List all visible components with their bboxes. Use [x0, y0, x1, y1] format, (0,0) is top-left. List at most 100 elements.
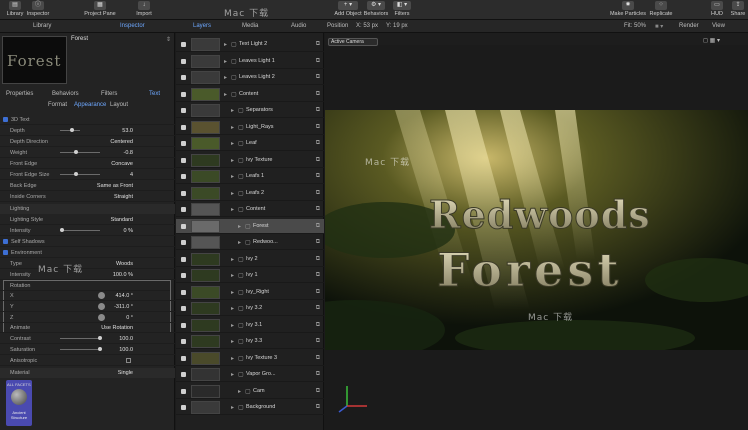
layer-visibility-checkbox[interactable]	[181, 190, 186, 196]
fit-zoom[interactable]: Fit: 50%	[624, 23, 646, 29]
anisotropic-checkbox[interactable]	[126, 358, 131, 363]
layer-row[interactable]: ▸ ▢ Ivy 3.2 ⧉	[176, 301, 324, 316]
tab-behaviors[interactable]: Behaviors	[52, 91, 79, 97]
contrast-knob[interactable]	[98, 336, 102, 340]
rotation-x-value[interactable]: 414.0 °	[116, 293, 134, 299]
layer-row[interactable]: ▸ ▢ Ivy 3.1 ⧉	[176, 318, 324, 333]
disclosure-triangle-icon[interactable]: ▸	[224, 41, 227, 48]
layer-row[interactable]: ▸ ▢ Text Light 2 ⧉	[176, 37, 324, 52]
disclosure-triangle-icon[interactable]: ▸	[224, 74, 227, 81]
layer-blend-icon[interactable]: ⧉	[316, 371, 320, 378]
layer-blend-icon[interactable]: ⧉	[316, 41, 320, 48]
subtab-format[interactable]: Format	[48, 102, 67, 108]
3d-text-checkbox[interactable]	[3, 117, 8, 122]
tab-properties[interactable]: Properties	[6, 91, 33, 97]
environment-checkbox[interactable]	[3, 250, 8, 255]
weight-slider-knob[interactable]	[74, 150, 78, 154]
layer-blend-icon[interactable]: ⧉	[316, 388, 320, 395]
layer-blend-icon[interactable]: ⧉	[316, 272, 320, 279]
library-button[interactable]: ▤ Library	[4, 1, 26, 17]
contrast-slider[interactable]	[60, 336, 102, 340]
layer-blend-icon[interactable]: ⧉	[316, 338, 320, 345]
layer-blend-icon[interactable]: ⧉	[316, 107, 320, 114]
layer-visibility-checkbox[interactable]	[181, 157, 186, 163]
layer-blend-icon[interactable]: ⧉	[316, 74, 320, 81]
layer-blend-icon[interactable]: ⧉	[316, 355, 320, 362]
rotation-x-dial[interactable]	[98, 292, 105, 299]
lighting-intensity-slider[interactable]	[60, 228, 100, 232]
layer-blend-icon[interactable]: ⧉	[316, 157, 320, 164]
disclosure-triangle-icon[interactable]: ▸	[231, 256, 234, 263]
front-edge-popup[interactable]: Concave	[111, 161, 133, 167]
layer-row[interactable]: ▸ ▢ Content ⧉	[176, 202, 324, 217]
tab-media[interactable]: Media	[242, 23, 258, 29]
layer-blend-icon[interactable]: ⧉	[316, 256, 320, 263]
disclosure-triangle-icon[interactable]: ▸	[231, 140, 234, 147]
layer-blend-icon[interactable]: ⧉	[316, 140, 320, 147]
disclosure-triangle-icon[interactable]: ▸	[231, 124, 234, 131]
disclosure-triangle-icon[interactable]: ▸	[231, 322, 234, 329]
tab-audio[interactable]: Audio	[291, 23, 306, 29]
layer-row[interactable]: ▸ ▢ Leaves Light 2 ⧉	[176, 70, 324, 85]
saturation-slider[interactable]	[60, 347, 102, 351]
back-edge-popup[interactable]: Same as Front	[97, 183, 133, 189]
disclosure-triangle-icon[interactable]: ▸	[238, 388, 241, 395]
view-menu[interactable]: View	[712, 23, 725, 29]
tab-inspector[interactable]: Inspector	[120, 23, 145, 29]
layer-row[interactable]: ▸ ▢ Ivy_Right ⧉	[176, 285, 324, 300]
import-button[interactable]: ↓ Import	[134, 1, 154, 17]
disclosure-triangle-icon[interactable]: ▸	[231, 305, 234, 312]
layer-visibility-checkbox[interactable]	[181, 141, 186, 146]
layer-visibility-checkbox[interactable]	[181, 124, 186, 130]
layer-row[interactable]: ▸ ▢ Redwoo... ⧉	[176, 235, 324, 250]
hud-button[interactable]: ▭ HUD	[709, 1, 725, 17]
behaviors-button[interactable]: ⚙ ▾ Behaviors	[363, 1, 389, 17]
layer-row[interactable]: ▸ ▢ Content ⧉	[176, 87, 324, 102]
layer-row[interactable]: ▸ ▢ Forest ⧉	[176, 218, 324, 234]
layer-blend-icon[interactable]: ⧉	[316, 58, 320, 65]
layer-row[interactable]: ▸ ▢ Ivy 1 ⧉	[176, 268, 324, 283]
layer-visibility-checkbox[interactable]	[181, 289, 186, 295]
layer-row[interactable]: ▸ ▢ Ivy Texture 3 ⧉	[176, 351, 324, 366]
rotation-y-dial[interactable]	[98, 303, 105, 310]
disclosure-triangle-icon[interactable]: ▸	[224, 58, 227, 65]
rotation-z-dial[interactable]	[98, 314, 105, 321]
lighting-intensity-value[interactable]: 0 %	[124, 228, 133, 234]
layer-blend-icon[interactable]: ⧉	[316, 206, 320, 213]
view-layout-icons[interactable]: ◻ ▦ ▾	[703, 37, 720, 44]
depth-slider[interactable]	[60, 128, 80, 132]
render-menu[interactable]: Render	[679, 23, 699, 29]
section-lighting[interactable]: Lighting	[0, 204, 175, 214]
make-particles-button[interactable]: ✸ Make Particles	[609, 1, 647, 17]
front-edge-size-knob[interactable]	[74, 172, 78, 176]
rotation-y-value[interactable]: -311.0 °	[114, 304, 133, 310]
disclosure-triangle-icon[interactable]: ▸	[231, 338, 234, 345]
tab-filters[interactable]: Filters	[101, 91, 117, 97]
tab-library[interactable]: Library	[33, 23, 51, 29]
disclosure-triangle-icon[interactable]: ▸	[231, 289, 234, 296]
layer-visibility-checkbox[interactable]	[181, 355, 186, 361]
disclosure-triangle-icon[interactable]: ▸	[231, 206, 234, 213]
layer-visibility-checkbox[interactable]	[181, 91, 186, 97]
layer-row[interactable]: ▸ ▢ Ivy Texture ⧉	[176, 153, 324, 168]
layer-row[interactable]: ▸ ▢ Leafs 2 ⧉	[176, 186, 324, 201]
front-edge-size-slider[interactable]	[60, 172, 100, 176]
self-shadows-checkbox[interactable]	[3, 239, 8, 244]
layer-visibility-checkbox[interactable]	[181, 58, 186, 64]
3d-axis-icon[interactable]	[337, 380, 377, 420]
layer-blend-icon[interactable]: ⧉	[316, 305, 320, 312]
share-button[interactable]: ⇪ Share	[729, 1, 747, 17]
layer-row[interactable]: ▸ ▢ Background ⧉	[176, 400, 324, 415]
layer-row[interactable]: ▸ ▢ Leaf ⧉	[176, 136, 324, 151]
layer-blend-icon[interactable]: ⧉	[316, 124, 320, 131]
tab-text[interactable]: Text	[149, 91, 160, 97]
contrast-value[interactable]: 100.0	[119, 336, 133, 342]
saturation-knob[interactable]	[98, 347, 102, 351]
replicate-button[interactable]: ⁘ Replicate	[648, 1, 674, 17]
disclosure-triangle-icon[interactable]: ▸	[231, 371, 234, 378]
subtab-layout[interactable]: Layout	[110, 102, 128, 108]
weight-slider[interactable]	[60, 150, 100, 154]
color-channels-icon[interactable]: ■ ▾	[655, 23, 663, 30]
layer-blend-icon[interactable]: ⧉	[316, 223, 320, 230]
environment-intensity-value[interactable]: 100.0 %	[113, 272, 133, 278]
